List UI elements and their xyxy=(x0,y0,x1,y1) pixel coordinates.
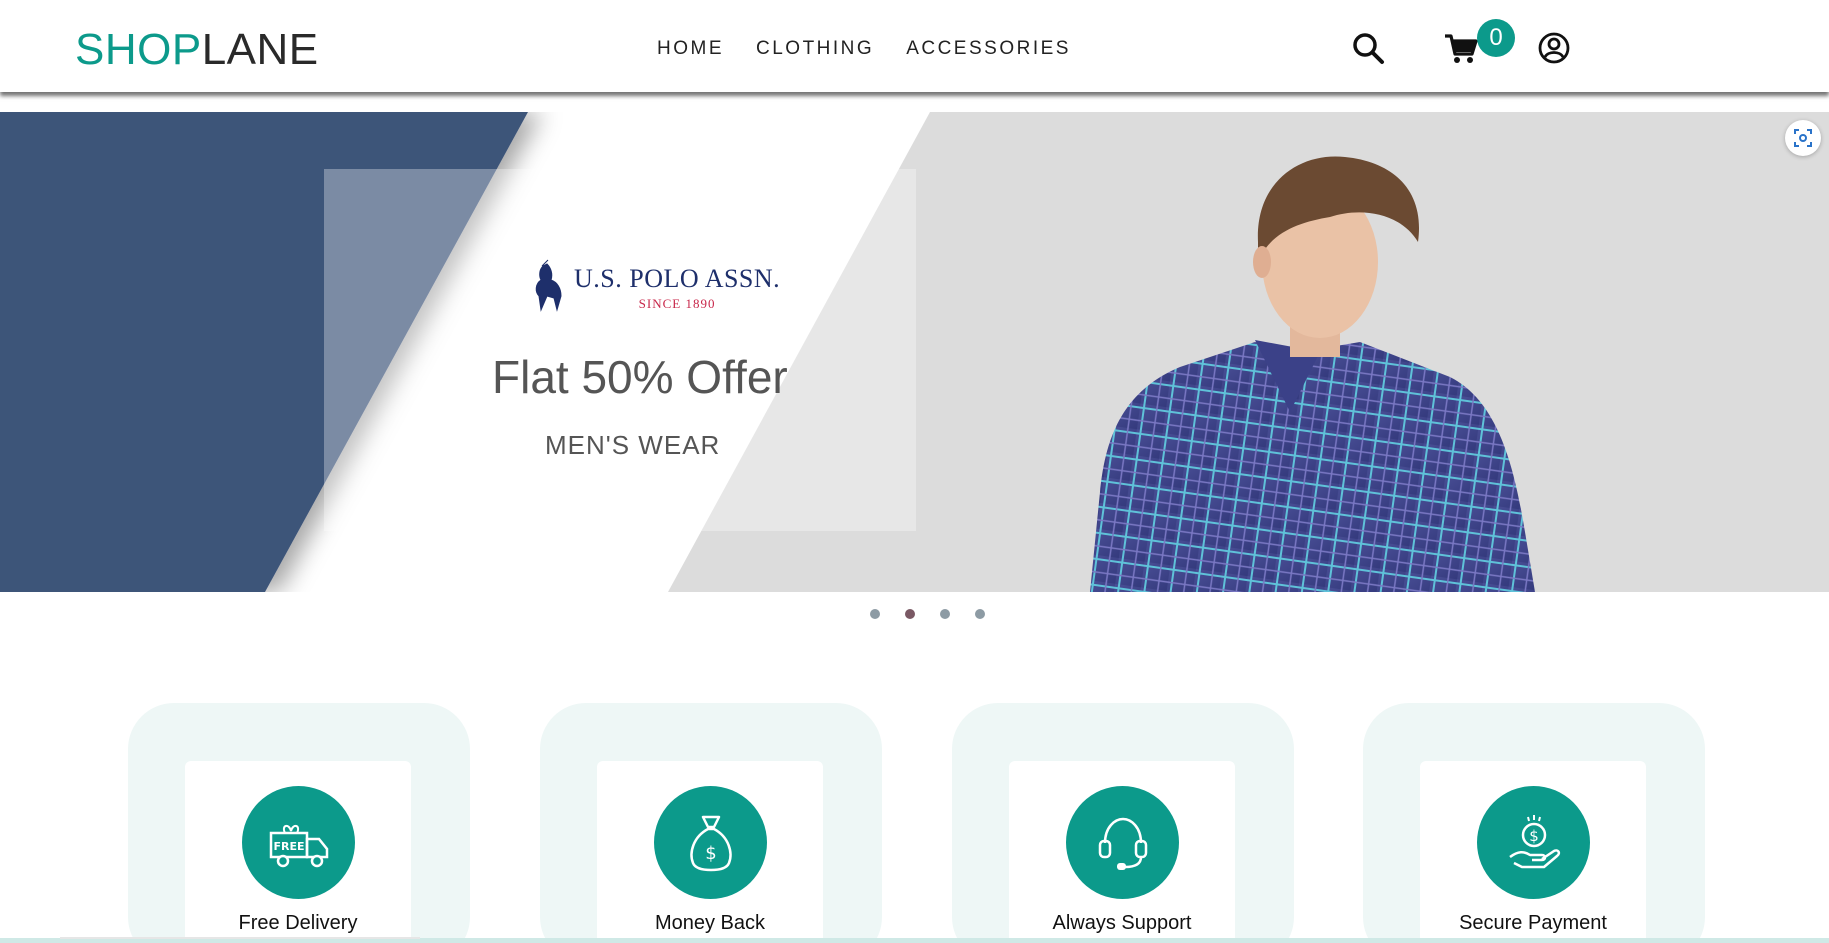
feature-label: Money Back xyxy=(654,912,766,934)
site-logo[interactable]: SHOPLANE xyxy=(75,26,319,74)
svg-text:$: $ xyxy=(1529,827,1539,845)
carousel-dot-1[interactable] xyxy=(870,609,880,619)
money-bag-icon: $ xyxy=(654,786,767,899)
free-delivery-truck-icon: FREE xyxy=(242,786,355,899)
feature-card-inner: $ Secure Payment xyxy=(1420,761,1646,943)
brand-logo: U.S. POLO ASSN. SINCE 1890 xyxy=(528,258,780,318)
feature-card-inner: $ Money Back xyxy=(597,761,823,943)
cart-count-badge: 0 xyxy=(1477,19,1515,57)
feature-label: Always Support xyxy=(1052,912,1192,934)
feature-card-money-back: $ Money Back xyxy=(540,703,882,943)
hero-offer-title: Flat 50% Offer xyxy=(492,351,788,403)
scan-icon xyxy=(1794,129,1812,147)
hero-carousel[interactable]: U.S. POLO ASSN. SINCE 1890 Flat 50% Offe… xyxy=(0,112,1829,592)
nav-home[interactable]: HOME xyxy=(657,38,724,60)
search-icon[interactable] xyxy=(1350,30,1386,66)
secure-payment-hand-icon: $ xyxy=(1477,786,1590,899)
carousel-dot-2[interactable] xyxy=(905,609,915,619)
carousel-dots xyxy=(870,609,985,619)
headset-icon xyxy=(1066,786,1179,899)
nav-clothing[interactable]: CLOTHING xyxy=(756,38,874,60)
feature-card-secure-payment: $ Secure Payment xyxy=(1363,703,1705,943)
main-nav: HOME CLOTHING ACCESSORIES xyxy=(657,38,1071,60)
feature-card-inner: Always Support xyxy=(1009,761,1235,943)
brand-since: SINCE 1890 xyxy=(638,296,716,311)
hero-subtitle: MEN'S WEAR xyxy=(545,430,721,460)
brand-name: U.S. POLO ASSN. xyxy=(574,264,781,293)
feature-card-free-delivery: FREE Free Delivery xyxy=(128,703,470,943)
carousel-dot-4[interactable] xyxy=(975,609,985,619)
feature-card-always-support: Always Support xyxy=(952,703,1294,943)
logo-lane: LANE xyxy=(201,25,319,74)
feature-card-inner: FREE Free Delivery xyxy=(185,761,411,943)
carousel-dot-3[interactable] xyxy=(940,609,950,619)
account-icon[interactable] xyxy=(1536,30,1572,66)
nav-accessories[interactable]: ACCESSORIES xyxy=(906,38,1071,60)
horizontal-scrollbar[interactable] xyxy=(60,937,420,939)
polo-player-icon xyxy=(535,259,562,312)
svg-text:$: $ xyxy=(705,843,716,864)
svg-text:FREE: FREE xyxy=(273,840,304,853)
logo-shop: SHOP xyxy=(75,25,202,74)
hero-background xyxy=(0,112,1829,592)
site-header: SHOPLANE HOME CLOTHING ACCESSORIES 0 xyxy=(0,0,1829,92)
visual-search-button[interactable] xyxy=(1785,120,1821,156)
feature-label: Secure Payment xyxy=(1459,912,1607,934)
cart-icon[interactable] xyxy=(1443,30,1479,66)
feature-label: Free Delivery xyxy=(238,912,358,934)
